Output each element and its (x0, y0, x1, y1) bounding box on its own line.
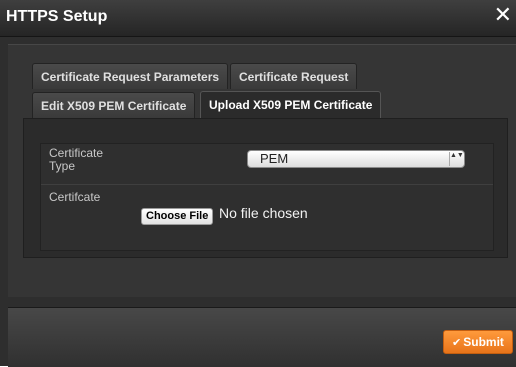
check-icon: ✔ (452, 337, 462, 349)
file-status-text: No file chosen (219, 205, 308, 221)
upload-tab-content: Certificate Type PEM ▲▼ Certifcate Choos… (23, 118, 508, 258)
submit-label: Submit (463, 335, 504, 349)
upload-form: Certificate Type PEM ▲▼ Certifcate Choos… (40, 143, 494, 251)
https-setup-dialog: HTTPS Setup ✕ Certificate Request Parame… (0, 0, 516, 367)
certificate-type-select[interactable]: PEM ▲▼ (247, 150, 465, 168)
select-arrows-icon: ▲▼ (449, 152, 464, 166)
tab-certificate-request-parameters[interactable]: Certificate Request Parameters (32, 63, 229, 89)
dialog-title: HTTPS Setup (6, 8, 108, 25)
tab-upload-x509-pem-certificate[interactable]: Upload X509 PEM Certificate (200, 91, 382, 119)
row-divider (41, 184, 493, 185)
tab-edit-x509-pem-certificate[interactable]: Edit X509 PEM Certificate (32, 92, 196, 118)
dialog-footer (8, 307, 516, 367)
tab-certificate-request[interactable]: Certificate Request (230, 63, 358, 89)
certificate-file-label: Certifcate (49, 190, 101, 204)
dialog-titlebar: HTTPS Setup ✕ (0, 0, 516, 37)
choose-file-button[interactable]: Choose File (141, 208, 214, 225)
certificate-type-value: PEM (260, 151, 289, 166)
certificate-type-label: Certificate Type (49, 146, 104, 173)
close-icon[interactable]: ✕ (494, 4, 512, 26)
submit-button[interactable]: ✔ Submit (443, 330, 513, 354)
